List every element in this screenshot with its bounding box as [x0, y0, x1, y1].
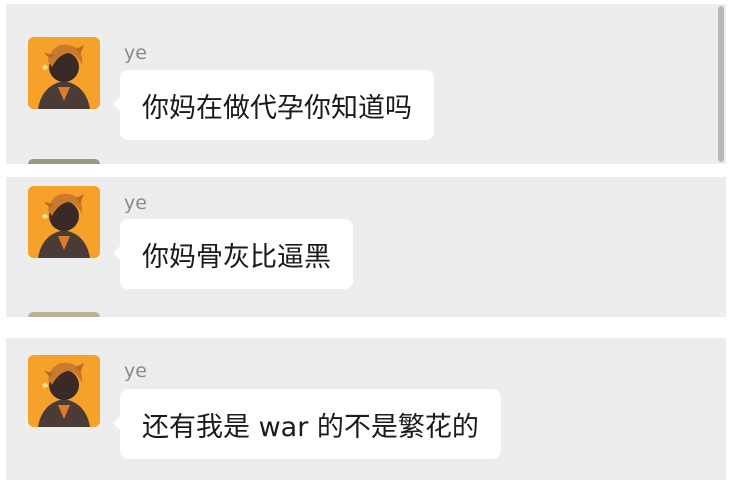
- sender-name: ye: [124, 192, 147, 214]
- next-avatar-peek: [28, 312, 100, 317]
- screenshot-collage: ye 你妈在做代孕你知道吗 ye 你妈骨灰比逼黑 ye 还有我是 war 的不是…: [0, 0, 731, 480]
- chat-panel-2: ye 你妈骨灰比逼黑: [6, 177, 726, 317]
- sender-name: ye: [124, 360, 147, 382]
- next-avatar-peek: [28, 159, 100, 164]
- message-bubble[interactable]: 还有我是 war 的不是繁花的: [113, 389, 501, 459]
- cartoon-boy-avatar-icon[interactable]: [28, 355, 100, 427]
- scrollbar[interactable]: [718, 6, 724, 162]
- cartoon-boy-avatar-icon[interactable]: [28, 186, 100, 258]
- cartoon-boy-avatar-icon[interactable]: [28, 37, 100, 109]
- chat-panel-1: ye 你妈在做代孕你知道吗: [6, 4, 726, 164]
- message-bubble[interactable]: 你妈在做代孕你知道吗: [113, 70, 434, 140]
- message-bubble[interactable]: 你妈骨灰比逼黑: [113, 219, 353, 289]
- sender-name: ye: [124, 42, 147, 64]
- chat-panel-3: ye 还有我是 war 的不是繁花的: [6, 338, 726, 480]
